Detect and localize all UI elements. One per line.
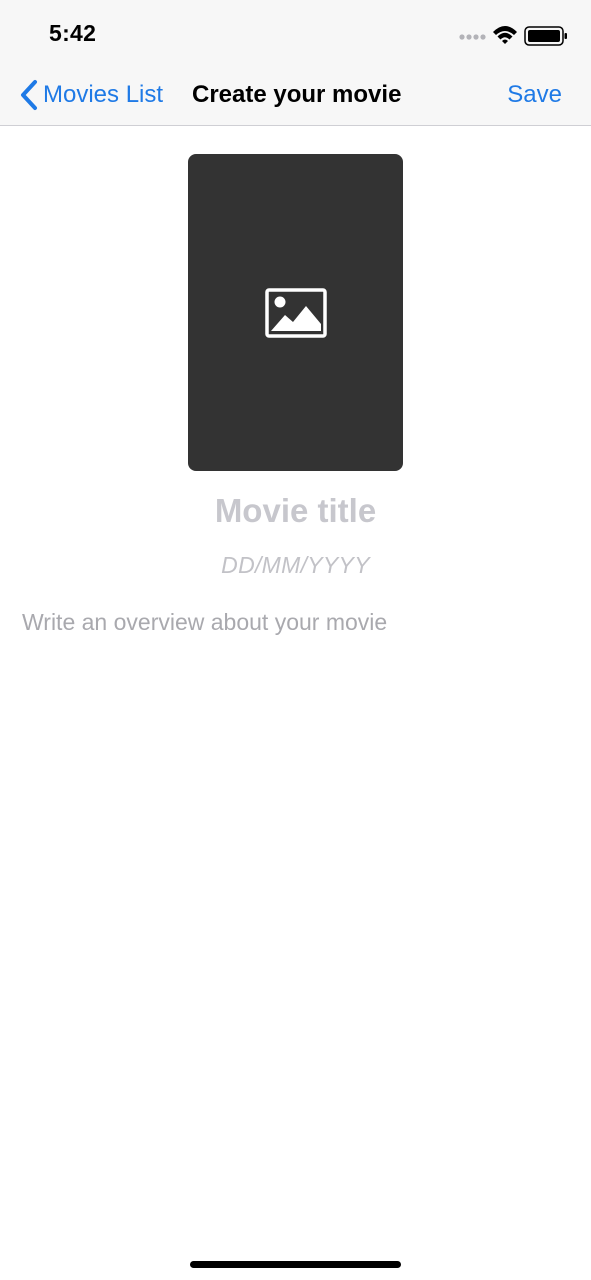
movie-title-field[interactable]: Movie title (0, 490, 591, 532)
status-time: 5:42 (49, 20, 97, 46)
overview-field[interactable]: Write an overview about your movie (22, 607, 570, 637)
chevron-left-icon (21, 80, 37, 110)
signal-dots-icon (459, 34, 486, 40)
navigation-bar: 5:42 Movies List Create your movie Save (0, 0, 591, 126)
save-button[interactable]: Save (507, 79, 562, 111)
movie-date-field[interactable]: DD/MM/YYYY (0, 550, 591, 580)
battery-icon (524, 26, 567, 46)
wifi-icon (493, 26, 517, 44)
image-placeholder-icon (264, 287, 327, 338)
back-button[interactable]: Movies List (18, 78, 163, 112)
status-icons (459, 26, 567, 46)
home-indicator[interactable] (190, 1261, 401, 1268)
poster-image-picker[interactable] (188, 154, 403, 471)
back-button-label: Movies List (43, 81, 164, 108)
page-title: Create your movie (192, 81, 402, 108)
